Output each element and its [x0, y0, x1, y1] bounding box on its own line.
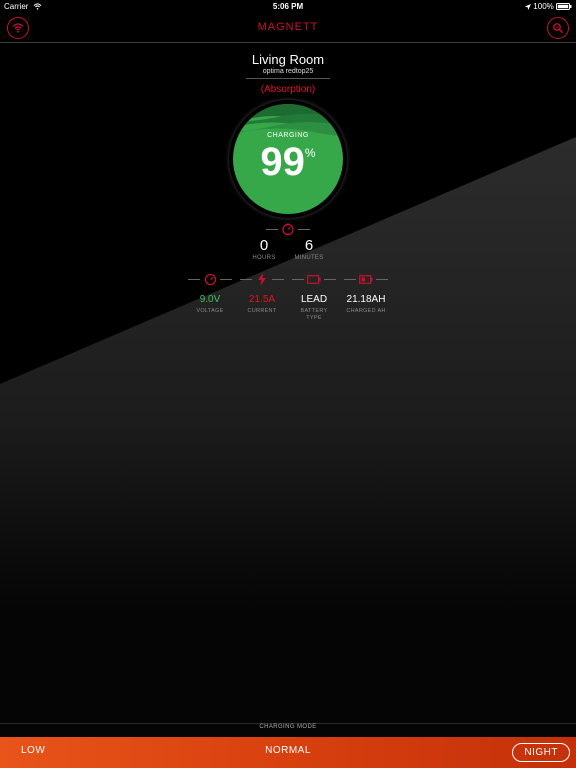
divider — [272, 279, 284, 280]
status-bar: Carrier 5:06 PM 100% — [0, 0, 576, 13]
stat-voltage: 9.0V VOLTAGE — [180, 272, 240, 315]
current-value: 21.5A — [248, 294, 276, 305]
time-remaining-header — [266, 222, 310, 236]
battery-charge-icon — [359, 274, 373, 284]
device-model-underline — [246, 78, 330, 79]
stat-charged-ah: 21.18AH CHARGED AH — [336, 272, 396, 315]
clock: 5:06 PM — [272, 2, 304, 11]
battery-type-value: LEAD — [300, 294, 328, 305]
search-icon — [553, 23, 564, 34]
divider — [298, 229, 310, 230]
gauge-label: CHARGING — [267, 132, 309, 139]
hours-label: HOURS — [252, 255, 276, 261]
device-name: Living Room — [251, 52, 325, 67]
divider — [240, 279, 252, 280]
search-button[interactable] — [547, 17, 569, 39]
gauge-icon — [204, 273, 216, 285]
charging-stage: (Absorption) — [260, 84, 316, 95]
app-title: MAGNETT — [257, 21, 319, 33]
mode-low-button[interactable]: LOW — [21, 745, 45, 756]
mode-night-button[interactable]: NIGHT — [512, 743, 570, 762]
charger-dashboard: Living Room optima redtop25 (Absorption)… — [0, 0, 576, 768]
minutes-label: MINUTES — [294, 255, 324, 261]
lightning-icon — [258, 272, 266, 286]
battery-type-label: BATTERY TYPE — [300, 308, 328, 321]
current-label: CURRENT — [247, 308, 277, 314]
voltage-label: VOLTAGE — [196, 308, 224, 314]
divider — [324, 279, 336, 280]
divider — [220, 279, 232, 280]
stat-current: 21.5A CURRENT — [232, 272, 292, 315]
battery-status: 100% — [525, 2, 572, 11]
percent-sign: % — [304, 146, 316, 160]
stat-battery-type: LEAD BATTERY TYPE — [284, 272, 344, 322]
battery-status-icon — [556, 3, 572, 11]
divider — [292, 279, 304, 280]
charging-mode-label: CHARGING MODE — [259, 724, 317, 730]
app-header: MAGNETT — [0, 14, 576, 43]
minutes-value: 6 — [304, 237, 314, 254]
charge-percent: 99 — [260, 140, 305, 184]
charging-mode-selector: NORMAL LOW NIGHT — [0, 737, 576, 768]
divider — [376, 279, 388, 280]
charged-ah-value: 21.18AH — [346, 294, 386, 305]
voltage-value: 9.0V — [199, 294, 221, 305]
timer-icon — [282, 223, 294, 236]
battery-icon — [307, 274, 321, 284]
charged-ah-label: CHARGED AH — [346, 308, 386, 314]
mode-normal-button[interactable]: NORMAL — [0, 745, 576, 756]
gauge-value: 99% — [0, 140, 576, 185]
location-arrow-icon — [525, 3, 532, 10]
divider — [344, 279, 356, 280]
divider — [266, 229, 278, 230]
divider — [188, 279, 200, 280]
hours-value: 0 — [259, 237, 269, 254]
device-model: optima redtop25 — [262, 68, 314, 75]
